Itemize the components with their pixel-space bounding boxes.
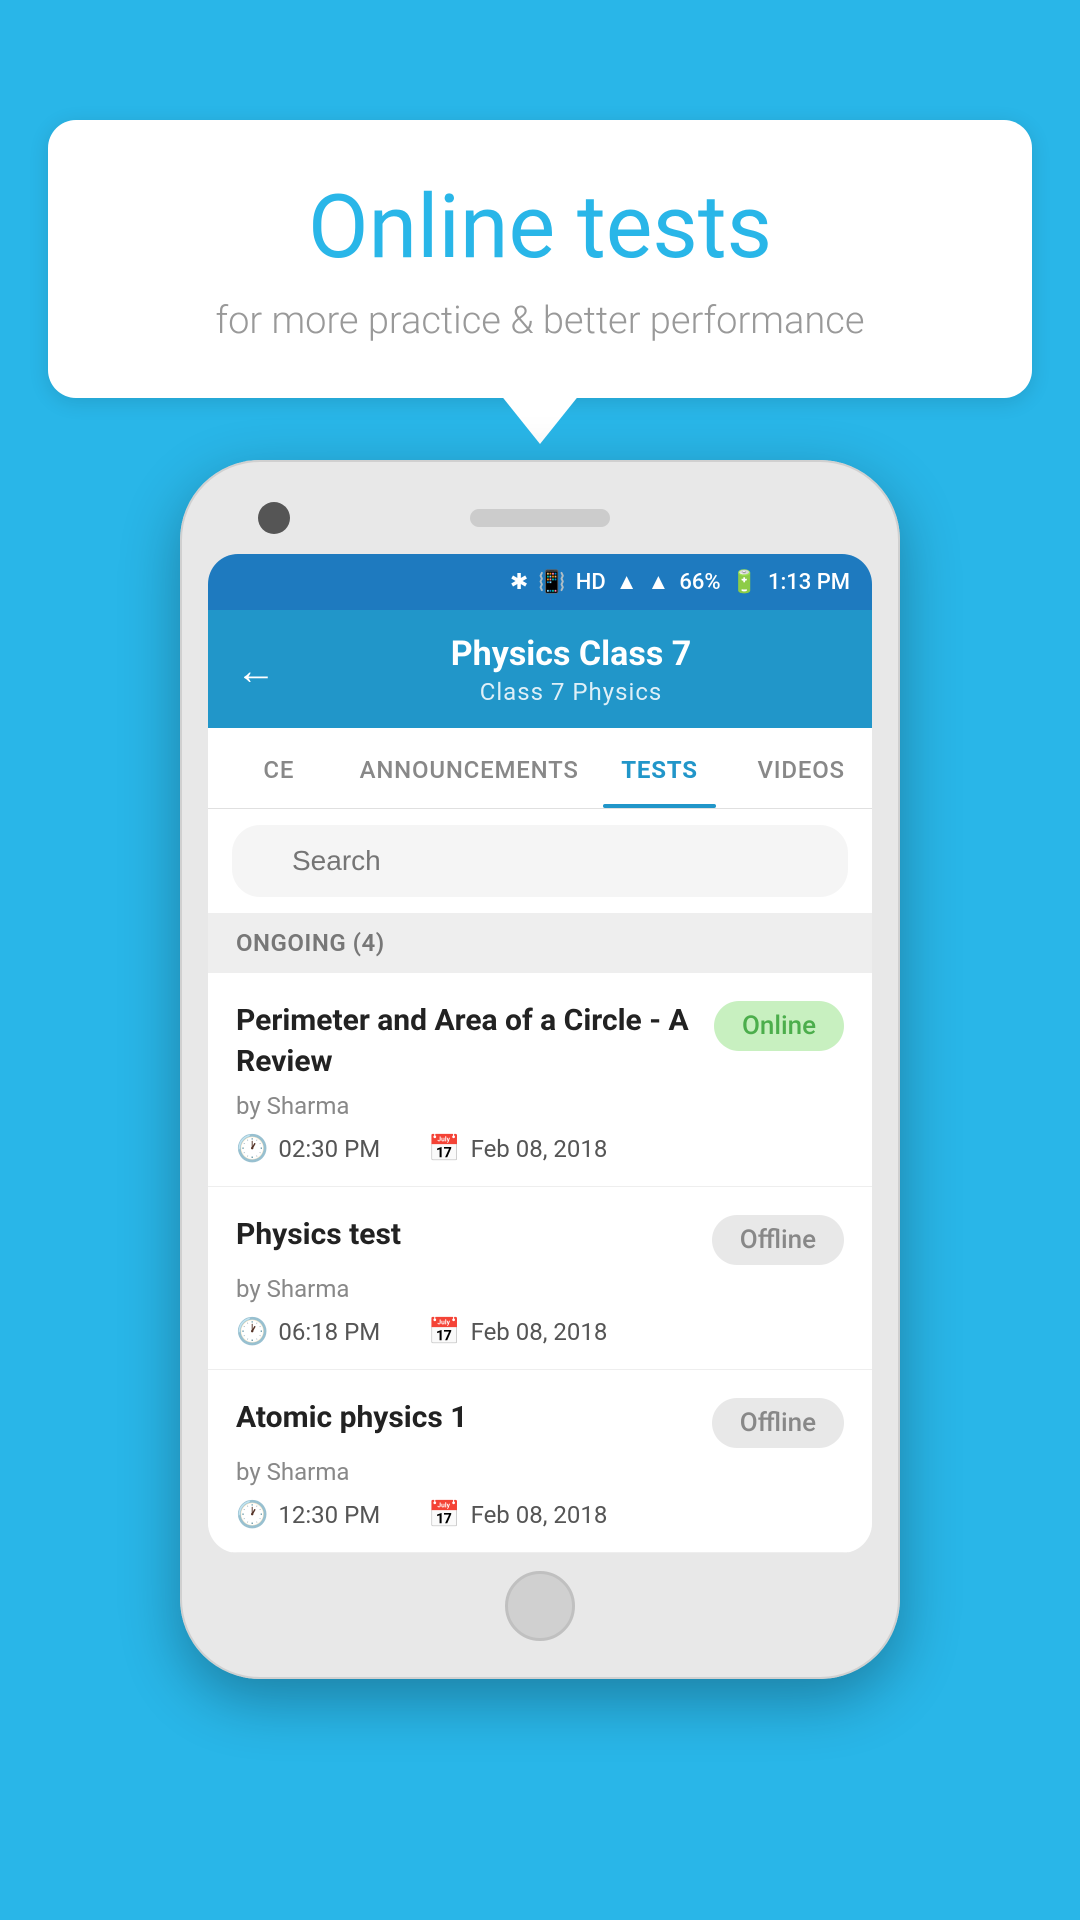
test-item-header: Physics test Offline xyxy=(236,1215,844,1265)
status-badge: Online xyxy=(714,1001,844,1051)
meta-time: 🕐 02:30 PM xyxy=(236,1134,380,1164)
clock-icon: 🕐 xyxy=(236,1317,268,1347)
bubble-title: Online tests xyxy=(108,180,972,277)
test-item[interactable]: Perimeter and Area of a Circle - A Revie… xyxy=(208,973,872,1187)
clock: 1:13 PM xyxy=(768,570,850,595)
calendar-icon: 📅 xyxy=(428,1134,460,1164)
search-input[interactable] xyxy=(232,825,848,897)
status-icons: ✱ 📳 HD ▲ ▲ 66% 🔋 1:13 PM xyxy=(510,569,850,595)
meta-time: 🕐 06:18 PM xyxy=(236,1317,380,1347)
clock-icon: 🕐 xyxy=(236,1134,268,1164)
status-bar: ✱ 📳 HD ▲ ▲ 66% 🔋 1:13 PM xyxy=(208,554,872,610)
search-container: 🔍 xyxy=(232,825,848,897)
battery-percent: 66% xyxy=(679,570,720,595)
meta-date: 📅 Feb 08, 2018 xyxy=(428,1134,607,1164)
app-bar-title-wrap: Physics Class 7 Class 7 Physics xyxy=(298,634,844,706)
test-title: Perimeter and Area of a Circle - A Revie… xyxy=(236,1001,698,1082)
signal-icon: ▲ xyxy=(648,569,670,595)
meta-time: 🕐 12:30 PM xyxy=(236,1500,380,1530)
app-bar: ← Physics Class 7 Class 7 Physics xyxy=(208,610,872,728)
speech-bubble: Online tests for more practice & better … xyxy=(48,120,1032,398)
phone-outer: ✱ 📳 HD ▲ ▲ 66% 🔋 1:13 PM ← Physics Class… xyxy=(180,460,900,1679)
test-meta: 🕐 06:18 PM 📅 Feb 08, 2018 xyxy=(236,1317,844,1347)
page-title: Physics Class 7 xyxy=(298,634,844,674)
date-value: Feb 08, 2018 xyxy=(471,1135,608,1163)
search-wrap: 🔍 xyxy=(208,809,872,913)
tabs-bar: CE ANNOUNCEMENTS TESTS VIDEOS xyxy=(208,728,872,809)
tab-tests[interactable]: TESTS xyxy=(589,728,731,808)
test-meta: 🕐 12:30 PM 📅 Feb 08, 2018 xyxy=(236,1500,844,1530)
test-title: Atomic physics 1 xyxy=(236,1398,696,1439)
tab-videos[interactable]: VIDEOS xyxy=(730,728,872,808)
vibrate-icon: 📳 xyxy=(538,570,565,595)
calendar-icon: 📅 xyxy=(428,1317,460,1347)
status-badge: Offline xyxy=(712,1398,844,1448)
test-item[interactable]: Physics test Offline by Sharma 🕐 06:18 P… xyxy=(208,1187,872,1370)
phone-camera-icon xyxy=(258,502,290,534)
test-meta: 🕐 02:30 PM 📅 Feb 08, 2018 xyxy=(236,1134,844,1164)
time-value: 06:18 PM xyxy=(278,1318,380,1346)
hd-badge: HD xyxy=(576,570,606,595)
back-button[interactable]: ← xyxy=(236,647,276,694)
phone-speaker xyxy=(470,509,610,527)
test-author: by Sharma xyxy=(236,1275,844,1303)
bluetooth-icon: ✱ xyxy=(510,570,528,595)
phone-front-cam xyxy=(790,502,822,534)
phone-top-area xyxy=(208,488,872,554)
phone-mockup: ✱ 📳 HD ▲ ▲ 66% 🔋 1:13 PM ← Physics Class… xyxy=(180,460,900,1679)
page-subtitle: Class 7 Physics xyxy=(298,678,844,706)
date-value: Feb 08, 2018 xyxy=(471,1501,608,1529)
test-item-header: Atomic physics 1 Offline xyxy=(236,1398,844,1448)
date-value: Feb 08, 2018 xyxy=(471,1318,608,1346)
test-item[interactable]: Atomic physics 1 Offline by Sharma 🕐 12:… xyxy=(208,1370,872,1553)
time-value: 12:30 PM xyxy=(278,1501,380,1529)
time-value: 02:30 PM xyxy=(278,1135,380,1163)
test-item-header: Perimeter and Area of a Circle - A Revie… xyxy=(236,1001,844,1082)
battery-icon: 🔋 xyxy=(731,570,758,595)
status-badge: Offline xyxy=(712,1215,844,1265)
home-button[interactable] xyxy=(505,1571,575,1641)
section-header-ongoing: ONGOING (4) xyxy=(208,913,872,973)
meta-date: 📅 Feb 08, 2018 xyxy=(428,1500,607,1530)
tab-ce[interactable]: CE xyxy=(208,728,350,808)
wifi-icon: ▲ xyxy=(616,569,638,595)
test-title: Physics test xyxy=(236,1215,696,1256)
bubble-subtitle: for more practice & better performance xyxy=(108,299,972,343)
phone-bottom-sensor xyxy=(208,1553,872,1651)
calendar-icon: 📅 xyxy=(428,1500,460,1530)
clock-icon: 🕐 xyxy=(236,1500,268,1530)
meta-date: 📅 Feb 08, 2018 xyxy=(428,1317,607,1347)
test-author: by Sharma xyxy=(236,1458,844,1486)
test-author: by Sharma xyxy=(236,1092,844,1120)
tab-announcements[interactable]: ANNOUNCEMENTS xyxy=(350,728,589,808)
phone-screen: ✱ 📳 HD ▲ ▲ 66% 🔋 1:13 PM ← Physics Class… xyxy=(208,554,872,1553)
